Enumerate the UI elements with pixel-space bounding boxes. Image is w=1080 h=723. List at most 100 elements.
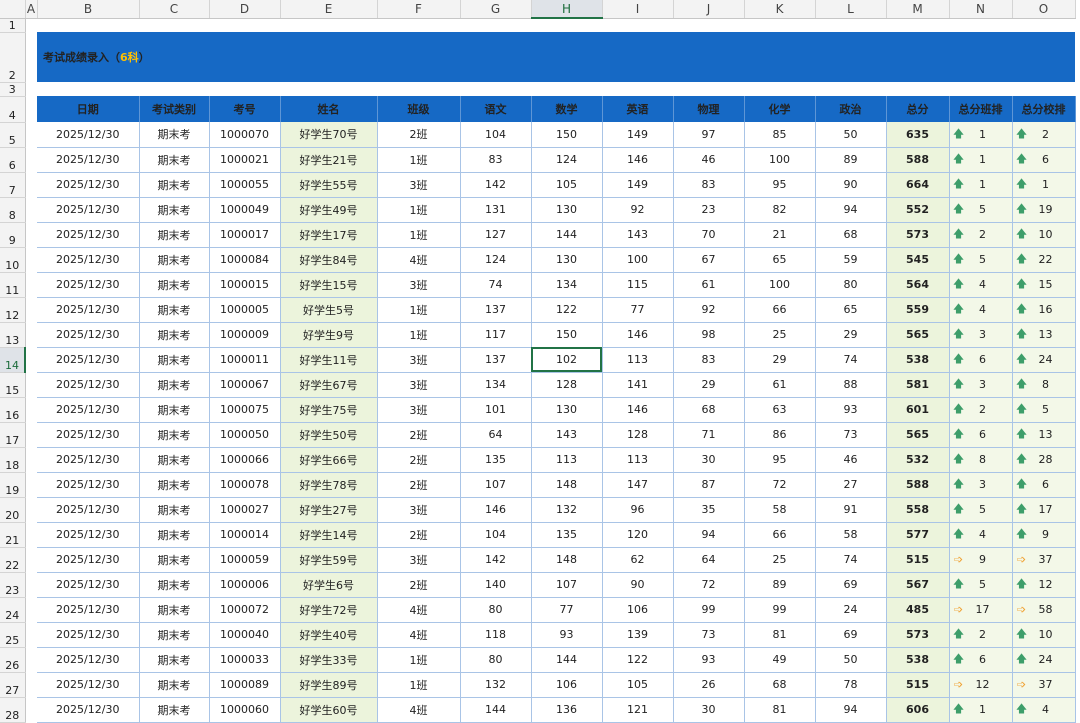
table-cell[interactable]: 3班	[377, 172, 461, 198]
row-header-28[interactable]: 28	[0, 697, 26, 723]
table-cell[interactable]: 1000040	[209, 622, 281, 648]
row-header-24[interactable]: 24	[0, 597, 26, 623]
table-cell[interactable]: 131	[460, 197, 532, 223]
school-rank-cell[interactable]: 🡅 16	[1012, 297, 1076, 323]
table-cell[interactable]: 好学生17号	[280, 222, 378, 248]
empty-cell[interactable]	[25, 82, 1075, 96]
table-cell[interactable]: 122	[602, 647, 674, 673]
table-cell[interactable]: 3班	[377, 347, 461, 373]
table-cell[interactable]: 期末考	[139, 422, 210, 448]
column-header-f[interactable]: F	[377, 0, 461, 19]
table-cell[interactable]: 63	[744, 397, 816, 423]
empty-cell[interactable]	[25, 297, 37, 322]
row-header-6[interactable]: 6	[0, 147, 26, 173]
table-cell[interactable]: 100	[602, 247, 674, 273]
table-cell[interactable]: 期末考	[139, 597, 210, 623]
table-cell[interactable]: 30	[673, 697, 745, 723]
empty-cell[interactable]	[25, 547, 37, 572]
table-cell[interactable]: 73	[673, 622, 745, 648]
class-rank-cell[interactable]: ➩ 9	[949, 547, 1013, 573]
table-cell[interactable]: 101	[460, 397, 532, 423]
school-rank-cell[interactable]: ➩ 58	[1012, 597, 1076, 623]
table-cell[interactable]: 545	[886, 247, 950, 273]
row-header-18[interactable]: 18	[0, 447, 26, 473]
row-header-14[interactable]: 14	[0, 347, 26, 373]
table-cell[interactable]: 期末考	[139, 172, 210, 198]
table-cell[interactable]: 1000060	[209, 697, 281, 723]
table-cell[interactable]: 146	[460, 497, 532, 523]
table-cell[interactable]: 4班	[377, 697, 461, 723]
table-cell[interactable]: 好学生89号	[280, 672, 378, 698]
table-cell[interactable]: 2025/12/30	[37, 347, 140, 373]
row-header-9[interactable]: 9	[0, 222, 26, 248]
table-cell[interactable]: 113	[531, 447, 603, 473]
table-cell[interactable]: 期末考	[139, 697, 210, 723]
table-cell[interactable]: 136	[531, 697, 603, 723]
table-cell[interactable]: 80	[460, 647, 532, 673]
column-title[interactable]: 数学	[531, 96, 603, 122]
table-cell[interactable]: 2025/12/30	[37, 197, 140, 223]
school-rank-cell[interactable]: 🡅 28	[1012, 447, 1076, 473]
row-header-26[interactable]: 26	[0, 647, 26, 673]
class-rank-cell[interactable]: ➩ 12	[949, 672, 1013, 698]
column-header-h[interactable]: H	[531, 0, 603, 19]
table-cell[interactable]: 好学生5号	[280, 297, 378, 323]
table-cell[interactable]: 1000072	[209, 597, 281, 623]
table-cell[interactable]: 564	[886, 272, 950, 298]
table-cell[interactable]: 3班	[377, 272, 461, 298]
row-header-20[interactable]: 20	[0, 497, 26, 523]
class-rank-cell[interactable]: 🡅 5	[949, 572, 1013, 598]
table-cell[interactable]: 538	[886, 647, 950, 673]
table-cell[interactable]: 74	[815, 547, 887, 573]
table-cell[interactable]: 1班	[377, 647, 461, 673]
row-header-10[interactable]: 10	[0, 247, 26, 273]
empty-cell[interactable]	[25, 422, 37, 447]
table-cell[interactable]: 26	[673, 672, 745, 698]
school-rank-cell[interactable]: 🡅 13	[1012, 422, 1076, 448]
table-cell[interactable]: 130	[531, 247, 603, 273]
table-cell[interactable]: 好学生50号	[280, 422, 378, 448]
table-cell[interactable]: 59	[815, 247, 887, 273]
table-cell[interactable]: 94	[673, 522, 745, 548]
column-title[interactable]: 语文	[460, 96, 532, 122]
table-cell[interactable]: 好学生75号	[280, 397, 378, 423]
table-cell[interactable]: 144	[531, 222, 603, 248]
table-cell[interactable]: 期末考	[139, 672, 210, 698]
column-header-g[interactable]: G	[460, 0, 532, 19]
table-cell[interactable]: 77	[602, 297, 674, 323]
table-cell[interactable]: 29	[673, 372, 745, 398]
table-cell[interactable]: 2025/12/30	[37, 622, 140, 648]
table-cell[interactable]: 64	[673, 547, 745, 573]
row-header-17[interactable]: 17	[0, 422, 26, 448]
table-cell[interactable]: 46	[815, 447, 887, 473]
table-cell[interactable]: 3班	[377, 497, 461, 523]
table-cell[interactable]: 120	[602, 522, 674, 548]
table-cell[interactable]: 149	[602, 122, 674, 148]
table-cell[interactable]: 1班	[377, 322, 461, 348]
table-cell[interactable]: 83	[673, 172, 745, 198]
table-cell[interactable]: 90	[815, 172, 887, 198]
table-cell[interactable]: 好学生6号	[280, 572, 378, 598]
table-cell[interactable]: 2025/12/30	[37, 472, 140, 498]
table-cell[interactable]: 46	[673, 147, 745, 173]
table-cell[interactable]: 1000070	[209, 122, 281, 148]
table-cell[interactable]: 127	[460, 222, 532, 248]
class-rank-cell[interactable]: 🡅 1	[949, 172, 1013, 198]
table-cell[interactable]: 82	[744, 197, 816, 223]
table-cell[interactable]: 95	[744, 447, 816, 473]
table-cell[interactable]: 2025/12/30	[37, 272, 140, 298]
empty-cell[interactable]	[25, 96, 37, 122]
table-cell[interactable]: 146	[602, 147, 674, 173]
table-cell[interactable]: 1000005	[209, 297, 281, 323]
table-cell[interactable]: 2班	[377, 572, 461, 598]
row-header-4[interactable]: 4	[0, 96, 26, 123]
table-cell[interactable]: 72	[673, 572, 745, 598]
table-cell[interactable]: 好学生78号	[280, 472, 378, 498]
row-header-11[interactable]: 11	[0, 272, 26, 298]
table-cell[interactable]: 2025/12/30	[37, 372, 140, 398]
school-rank-cell[interactable]: 🡅 22	[1012, 247, 1076, 273]
table-cell[interactable]: 1000084	[209, 247, 281, 273]
table-cell[interactable]: 567	[886, 572, 950, 598]
class-rank-cell[interactable]: 🡅 6	[949, 422, 1013, 448]
table-cell[interactable]: 50	[815, 122, 887, 148]
